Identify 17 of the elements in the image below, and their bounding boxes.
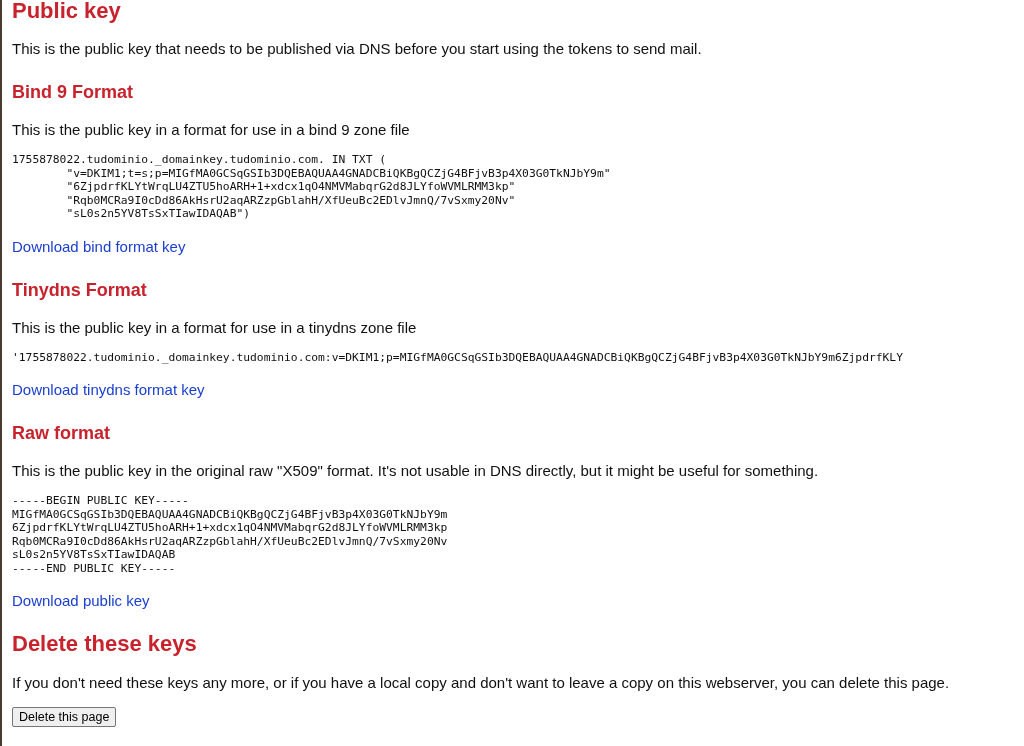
delete-description: If you don't need these keys any more, or if you have a local copy and don't want to leave a copy on this webserver, you can delete this page.	[12, 673, 950, 693]
section-description: This is the public key in a format for use in a bind 9 zone file	[12, 120, 410, 140]
intro-text: This is the public key that needs to be published via DNS before you start using the tokens to send mail.	[12, 39, 702, 59]
page-title: Public key	[12, 0, 121, 22]
download-link[interactable]: Download public key	[12, 591, 150, 611]
section-description: This is the public key in the original raw "X509" format. It's not usable in DNS directly, but it might be useful for something.	[12, 461, 819, 481]
download-link[interactable]: Download tinydns format key	[12, 380, 205, 400]
key-code-text: 1755878022.tudominio._domainkey.tudominio.com. IN TXT ( "v=DKIM1;t=s;p=MIGfMA0GCSqGSIb3DQEBAQUAA4GNADCBiQKBgQCZjG4BFjvB3p4X03G0TkNJbY9m" "6ZjpdrfKLYtWrqLU4ZTU5hoARH+1+xdcx1qO4NMVMabqrG2d8JLYfoWVMLRMM3kp" "Rqb0MCRa9I0cDd86AkHsrU2aqARZzpGblahH/XfUeuBc2EDlvJmnQ/7vSxmy20Nv" "sL0s2n5YV8TsSxTIawIDAQAB")	[12, 153, 611, 221]
key-code-text: '1755878022.tudominio._domainkey.tudominio.com:v=DKIM1;p=MIGfMA0GCSqGSIb3DQEBAQUAA4GNADCBiQKBgQCZjG4BFjvB3p4X03G0TkNJbY9m6ZjpdrfKLY	[12, 350, 903, 364]
key-code-text: -----BEGIN PUBLIC KEY----- MIGfMA0GCSqGSIb3DQEBAQUAA4GNADCBiQKBgQCZjG4BFjvB3p4X03G0TkNJbY9m 6ZjpdrfKLYtWrqLU4ZTU5hoARH+1+xdcx1qO4NMVMabqrG2d8JLYfoWVMLRMM3kp Rqb0MCRa9I0cDd86AkHsrU2aqARZzpGblahH/XfUeuBc2EDlvJmnQ/7vSxmy20Nv sL0s2n5YV8TsSxTIawIDAQAB -----END PUBLIC KEY-----	[12, 494, 448, 575]
delete-heading: Delete these keys	[12, 633, 197, 655]
section-heading: Bind 9 Format	[12, 82, 133, 102]
section-heading: Tinydns Format	[12, 279, 147, 300]
download-link[interactable]: Download bind format key	[12, 236, 186, 257]
section-description: This is the public key in a format for use in a tinydns zone file	[12, 317, 417, 338]
section-heading: Raw format	[12, 423, 110, 443]
delete-button[interactable]: Delete this page	[12, 707, 117, 727]
